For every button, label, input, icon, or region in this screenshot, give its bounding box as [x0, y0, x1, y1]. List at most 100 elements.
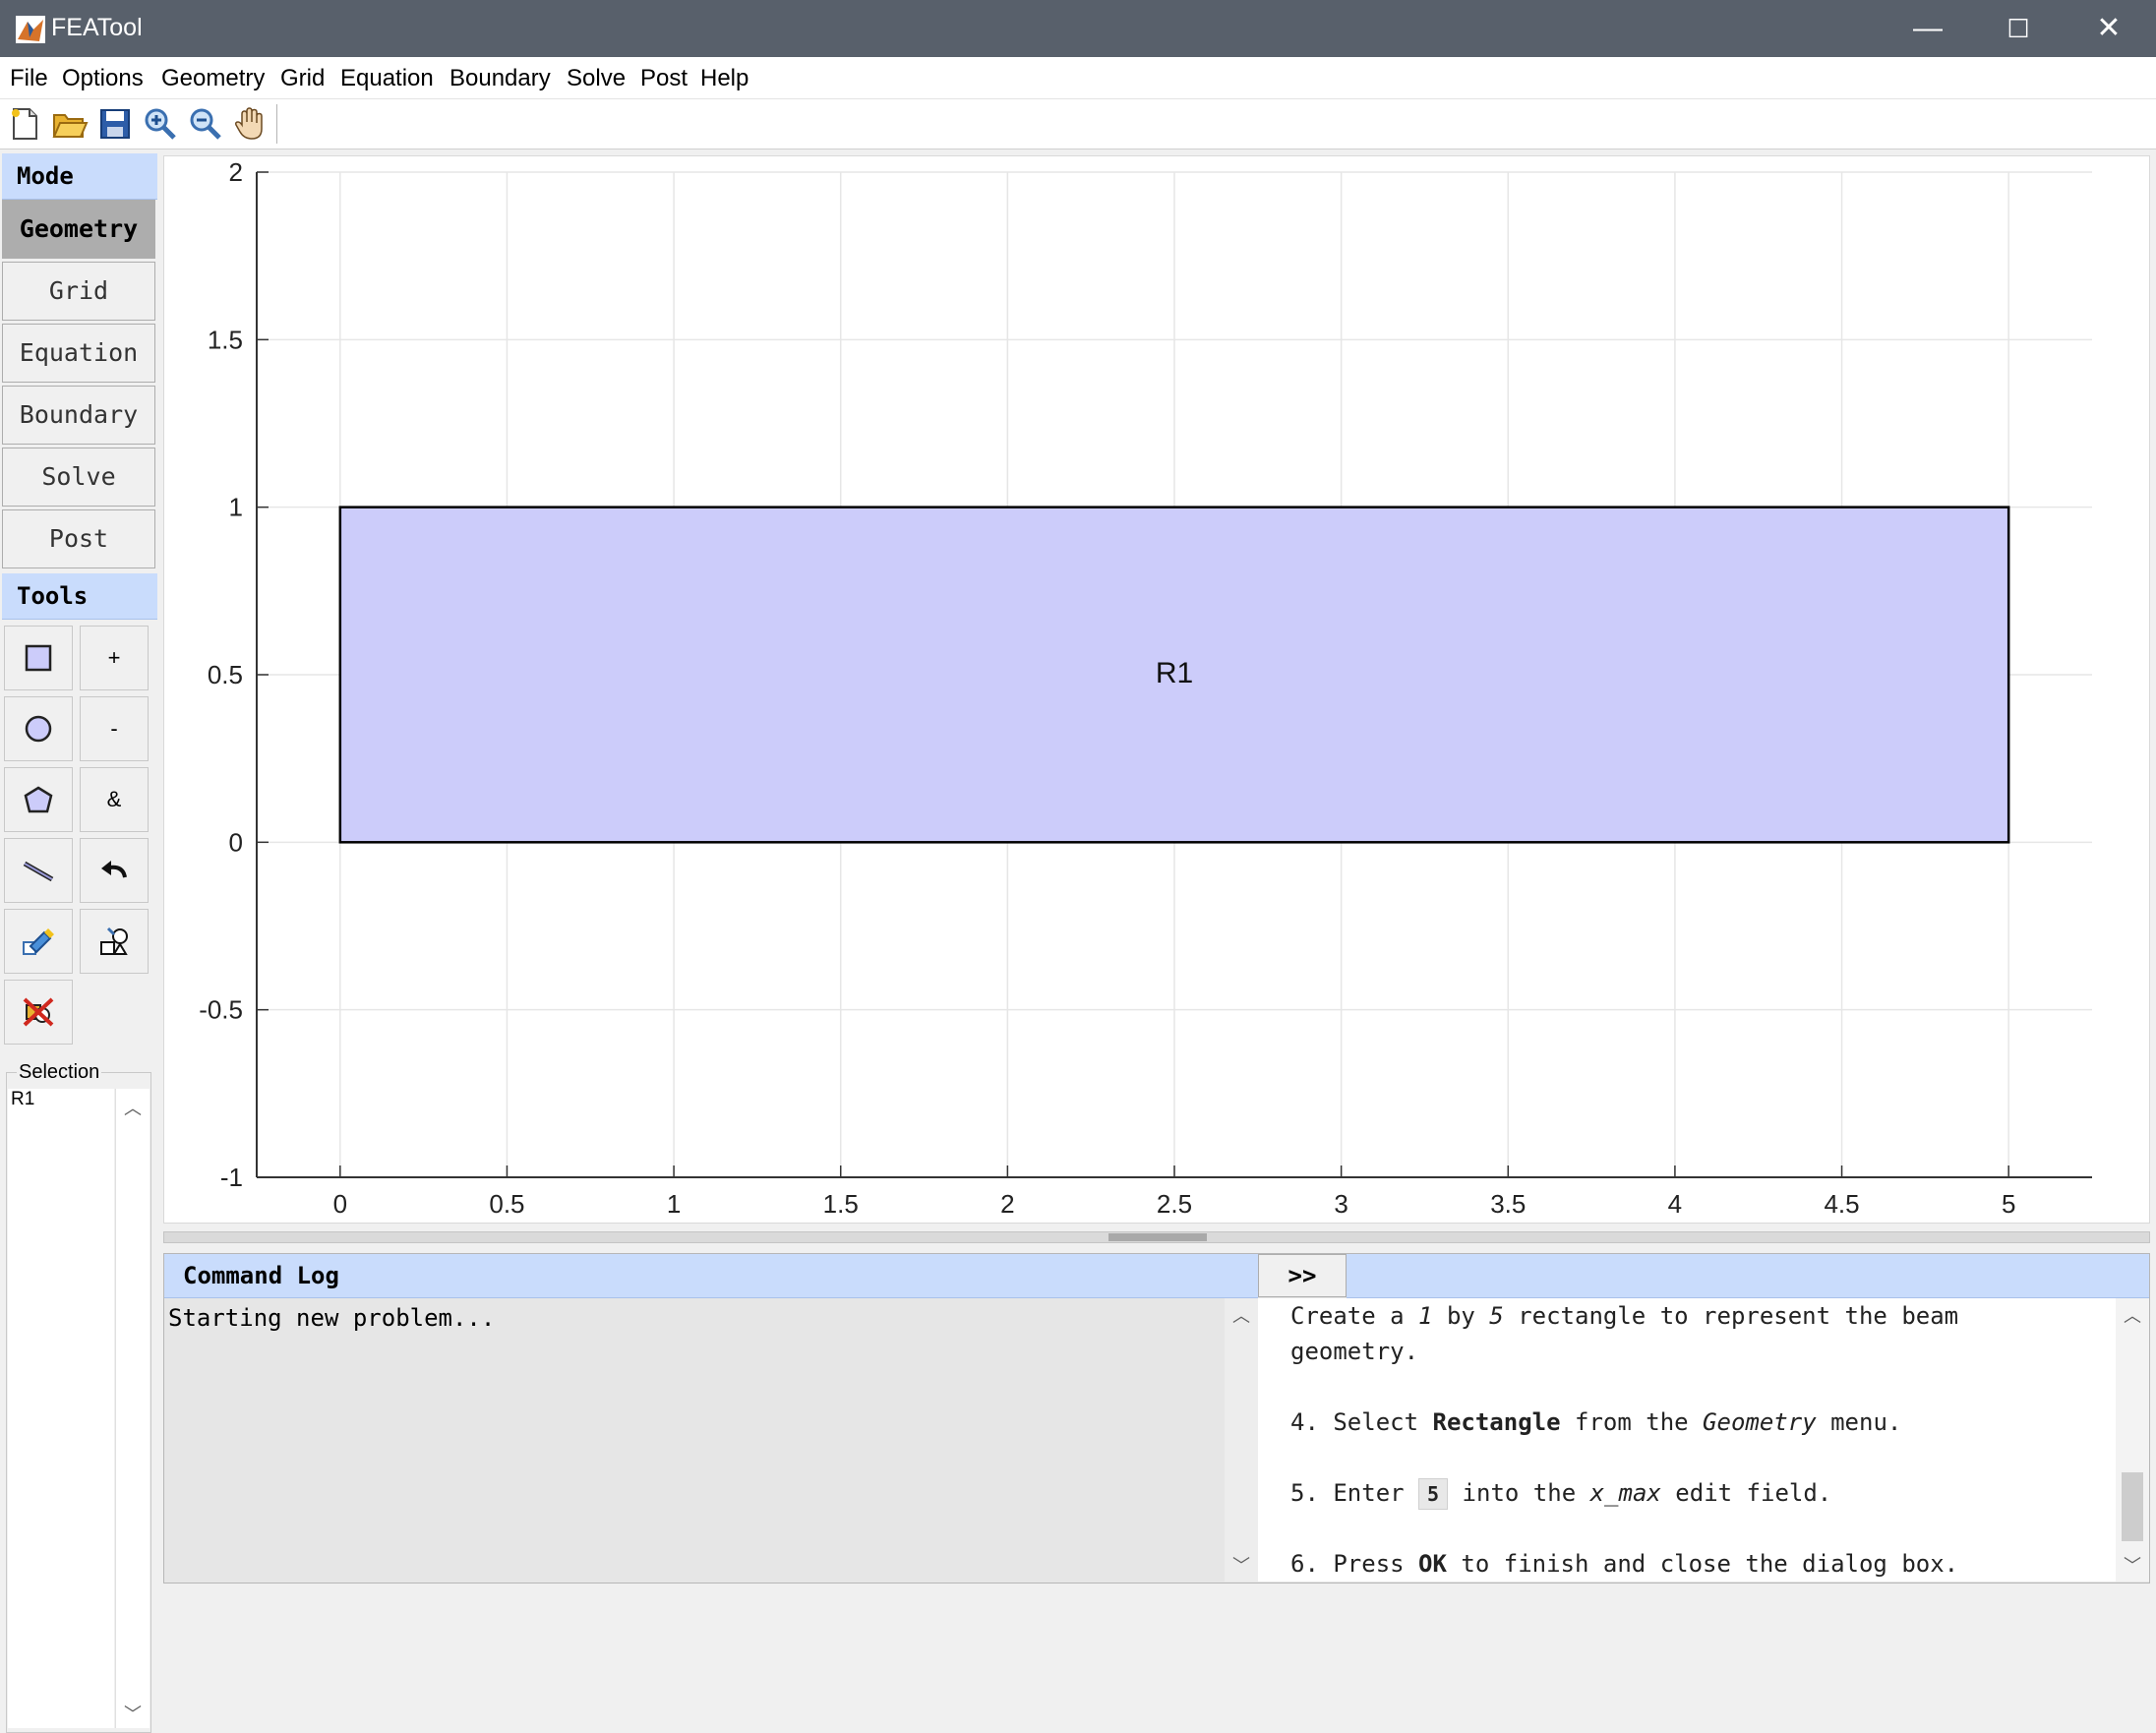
title-bar: FEATool — ☐ ✕ [0, 0, 2156, 57]
mode-grid-button[interactable]: Grid [2, 262, 155, 321]
edit-geometry-icon [23, 928, 54, 955]
line-tool-button[interactable] [4, 838, 73, 903]
help-scroll-up-icon[interactable]: ︿ [2116, 1302, 2149, 1328]
y-tick-label: 0 [229, 827, 243, 857]
selection-label: Selection [17, 1061, 102, 1084]
help-scroll-down-icon[interactable]: ﹀ [2116, 1552, 2149, 1578]
close-button[interactable]: ✕ [2064, 0, 2154, 57]
zoom-out-icon[interactable] [187, 105, 224, 143]
menu-geometry[interactable]: Geometry [161, 65, 265, 92]
subtract-tool-button[interactable]: - [80, 696, 149, 761]
scroll-up-icon[interactable]: ︿ [116, 1095, 150, 1120]
mode-geometry-button[interactable]: Geometry [2, 200, 155, 259]
circle-icon [25, 715, 52, 743]
toolbar [0, 99, 2156, 149]
zoom-in-icon[interactable] [142, 105, 179, 143]
x-tick-label: 2 [1000, 1189, 1014, 1219]
menu-file[interactable]: File [10, 65, 48, 92]
intersect-label: & [106, 787, 122, 811]
x-tick-label: 3.5 [1490, 1189, 1526, 1219]
log-scrollbar[interactable]: ︿ ﹀ [1225, 1298, 1258, 1582]
open-folder-icon[interactable] [51, 105, 89, 143]
rectangle-tool-button[interactable] [4, 626, 73, 690]
mode-post-button[interactable]: Post [2, 509, 155, 568]
command-log-header: Command Log [164, 1254, 1258, 1298]
x-tick-label: 0.5 [489, 1189, 524, 1219]
help-step-6: 6. Press OK to finish and close the dial… [1290, 1550, 1959, 1578]
x-tick-label: 0 [333, 1189, 347, 1219]
x-tick-label: 4 [1668, 1189, 1682, 1219]
edit-geometry-tool-button[interactable] [4, 909, 73, 974]
menu-bar: File Options Geometry Grid Equation Boun… [0, 57, 2156, 99]
y-tick-label: -1 [220, 1163, 243, 1192]
x-tick-label: 3 [1334, 1189, 1348, 1219]
selection-list[interactable]: R1 [8, 1089, 114, 1728]
polygon-tool-button[interactable] [4, 767, 73, 832]
menu-boundary[interactable]: Boundary [449, 65, 551, 92]
command-log-text[interactable]: Starting new problem... [164, 1298, 1225, 1582]
help-text-area[interactable]: Create a 1 by 5 rectangle to represent t… [1258, 1298, 2116, 1582]
menu-equation[interactable]: Equation [340, 65, 434, 92]
toolbar-separator [276, 104, 277, 144]
intersect-tool-button[interactable]: & [80, 767, 149, 832]
mode-solve-button[interactable]: Solve [2, 448, 155, 507]
selection-group: Selection R1 ︿ ﹀ [6, 1061, 151, 1733]
splitter-handle[interactable] [1108, 1233, 1207, 1241]
union-tool-button[interactable]: + [80, 626, 149, 690]
y-tick-label: 2 [229, 157, 243, 187]
undo-tool-button[interactable] [80, 838, 149, 903]
y-tick-label: 1 [229, 493, 243, 522]
union-label: + [107, 645, 121, 670]
help-scrollbar[interactable]: ︿ ﹀ [2116, 1298, 2149, 1582]
mode-equation-button[interactable]: Equation [2, 324, 155, 383]
help-scroll-thumb[interactable] [2122, 1472, 2143, 1541]
x-tick-label: 2.5 [1157, 1189, 1192, 1219]
help-header [1347, 1254, 2149, 1298]
geometry-plot[interactable]: R1 0 0.5 1 1.5 2 2.5 3 3.5 4 4.5 5 2 1.5 1 0.5 0 -0.5 -1 [164, 156, 2149, 1223]
new-file-icon[interactable] [6, 105, 43, 143]
geometry-objects-icon [100, 926, 128, 955]
log-panel: Command Log >> Starting new problem... ︿… [163, 1253, 2150, 1584]
delete-geometry-tool-button[interactable] [4, 980, 73, 1045]
sidebar: Mode Geometry Grid Equation Boundary Sol… [0, 149, 159, 1733]
help-intro-line-2: geometry. [1290, 1338, 1419, 1365]
polygon-icon [24, 786, 53, 813]
log-scroll-down-icon[interactable]: ﹀ [1225, 1552, 1258, 1578]
help-intro-line: Create a 1 by 5 rectangle to represent t… [1290, 1302, 1959, 1330]
expand-log-button[interactable]: >> [1258, 1254, 1347, 1297]
log-scroll-up-icon[interactable]: ︿ [1225, 1302, 1258, 1328]
menu-help[interactable]: Help [700, 65, 749, 92]
help-step-4: 4. Select Rectangle from the Geometry me… [1290, 1408, 1902, 1436]
menu-grid[interactable]: Grid [280, 65, 325, 92]
selection-scrollbar[interactable]: ︿ ﹀ [115, 1089, 150, 1728]
save-icon[interactable] [96, 105, 134, 143]
menu-post[interactable]: Post [640, 65, 688, 92]
geometry-plot-panel[interactable]: R1 0 0.5 1 1.5 2 2.5 3 3.5 4 4.5 5 2 1.5 1 0.5 0 -0.5 -1 [163, 155, 2150, 1224]
menu-solve[interactable]: Solve [567, 65, 626, 92]
scroll-down-icon[interactable]: ﹀ [116, 1701, 150, 1726]
maximize-button[interactable]: ☐ [1973, 0, 2064, 57]
delete-geometry-icon [23, 997, 54, 1027]
x-tick-label: 4.5 [1824, 1189, 1859, 1219]
panel-splitter[interactable] [163, 1231, 2150, 1243]
rectangle-icon [25, 644, 52, 672]
x-tick-label: 1.5 [823, 1189, 859, 1219]
mode-boundary-button[interactable]: Boundary [2, 386, 155, 445]
menu-options[interactable]: Options [62, 65, 144, 92]
geometry-objects-tool-button[interactable] [80, 909, 149, 974]
subtract-label: - [110, 716, 118, 741]
mode-header: Mode [2, 153, 157, 200]
y-tick-label: -0.5 [199, 995, 243, 1025]
value-5-key: 5 [1418, 1478, 1449, 1510]
undo-icon [101, 861, 127, 878]
selection-item[interactable]: R1 [8, 1089, 114, 1110]
window-title: FEATool [51, 14, 143, 41]
circle-tool-button[interactable] [4, 696, 73, 761]
rectangle-r1-label: R1 [1156, 657, 1193, 689]
tools-header: Tools [2, 573, 157, 620]
minimize-button[interactable]: — [1883, 0, 1973, 57]
help-step-5: 5. Enter 5 into the x_max edit field. [1258, 1475, 2116, 1511]
pan-hand-icon[interactable] [232, 105, 270, 143]
featool-logo-icon [16, 16, 45, 43]
x-tick-label: 1 [667, 1189, 681, 1219]
